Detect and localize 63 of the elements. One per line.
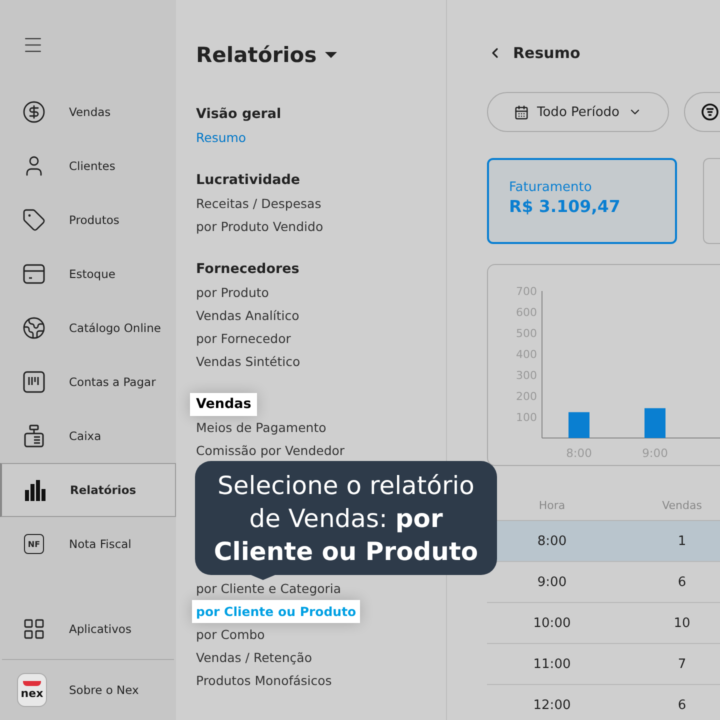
report-link[interactable]: Produtos Monofásicos — [196, 669, 332, 692]
report-link[interactable]: por Produto Vendido — [196, 215, 324, 238]
table-cell: 10 — [674, 616, 690, 630]
sidebar-item[interactable]: Estoque — [0, 247, 176, 301]
table-cell: 9:00 — [537, 574, 567, 590]
table-cell: 6 — [678, 698, 686, 712]
table-cell: 6 — [678, 574, 686, 590]
grid-icon — [22, 617, 46, 641]
reports-dropdown[interactable]: Relatórios — [196, 40, 337, 70]
report-link[interactable]: Comissão por Vendedor — [196, 439, 345, 462]
column-header: Hora — [538, 498, 566, 512]
dollar-icon — [22, 100, 46, 124]
calendar-icon — [514, 104, 529, 120]
period-dropdown[interactable]: Todo Período — [487, 92, 669, 132]
sidebar-item[interactable]: Vendas — [0, 85, 176, 139]
report-link[interactable]: Vendas Analítico — [196, 304, 300, 327]
filter-icon — [700, 103, 719, 121]
report-link[interactable]: Receitas / Despesas — [196, 192, 322, 215]
globe-icon — [22, 316, 46, 340]
section-heading: Lucratividade — [195, 171, 302, 190]
sidebar-item[interactable]: Caixa — [0, 409, 176, 463]
column-header: Vendas — [662, 498, 702, 512]
sidebar-item[interactable]: Relatórios — [0, 463, 176, 517]
cash-register-icon — [22, 424, 46, 448]
tag-icon — [22, 208, 46, 232]
sidebar-item[interactable]: Catálogo Online — [0, 301, 176, 355]
table-cell: 10:00 — [533, 616, 571, 630]
report-link[interactable]: Meios de Pagamento — [196, 416, 326, 439]
table-cell: 11:00 — [533, 656, 571, 672]
sidebar-item[interactable]: Contas a Pagar — [0, 355, 176, 409]
sidebar-item[interactable]: Produtos — [0, 193, 176, 247]
table-row[interactable]: 10:00 10 — [487, 603, 720, 644]
table-cell: 12:00 — [533, 698, 571, 712]
report-link[interactable]: por Produto — [196, 281, 269, 304]
barcode-icon — [22, 370, 46, 394]
report-link[interactable]: Vendas / Retenção — [196, 646, 312, 669]
chart-bar — [568, 412, 590, 438]
sidebar-item[interactable]: Clientes — [0, 139, 176, 193]
table-cell: 1 — [678, 534, 686, 548]
bar-chart-icon — [23, 478, 47, 502]
back-button[interactable]: Resumo — [487, 42, 580, 64]
report-link[interactable]: por Fornecedor — [196, 327, 291, 350]
report-link[interactable]: por Cliente e Categoria — [196, 577, 342, 600]
tooltip-arrow — [251, 575, 275, 580]
card-label: Faturamento — [509, 180, 593, 195]
logo: nex — [17, 673, 47, 707]
card-value: R$ 3.109,47 — [509, 197, 622, 216]
sidebar-item[interactable]: NF Nota Fiscal — [0, 517, 176, 571]
report-link[interactable]: Vendas Sintético — [196, 350, 300, 373]
table-cell: 8:00 — [537, 534, 567, 548]
table-row[interactable]: 11:00 7 — [487, 644, 720, 685]
chart-bar — [644, 408, 666, 438]
report-link[interactable]: por Combo — [196, 623, 265, 646]
section-heading: Vendas — [190, 393, 258, 416]
sidebar-item[interactable]: nex Sobre o Nex — [0, 660, 176, 720]
table-cell: 7 — [678, 656, 686, 672]
box-icon — [22, 262, 46, 286]
section-heading: Fornecedores — [195, 260, 300, 279]
table-row[interactable]: 12:00 6 — [487, 685, 720, 720]
sidebar-item[interactable]: Aplicativos — [0, 599, 176, 659]
caret-icon — [324, 52, 337, 58]
section-heading: Visão geral — [195, 105, 282, 124]
invoice-icon: NF — [24, 534, 44, 554]
